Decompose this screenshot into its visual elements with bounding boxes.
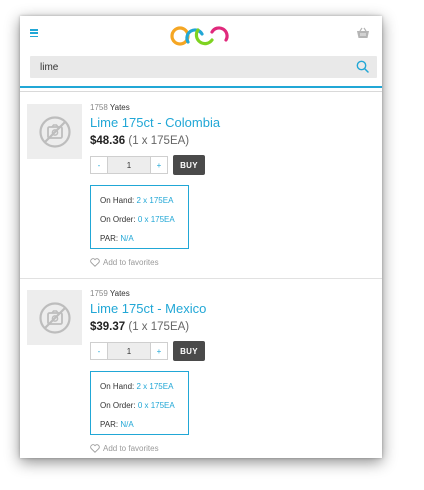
product-pack: (1 x 175EA) bbox=[128, 321, 190, 333]
product-pack: (1 x 175EA) bbox=[128, 135, 190, 147]
on-hand-row: On Hand: 2 x 175EA bbox=[100, 382, 173, 391]
product-price-line: $39.37 (1 x 175EA) bbox=[90, 321, 189, 333]
on-hand-value: 2 x 175EA bbox=[136, 196, 174, 205]
logo[interactable] bbox=[168, 22, 234, 53]
quantity-field[interactable]: 1 bbox=[108, 342, 150, 360]
add-to-favorites[interactable]: Add to favorites bbox=[90, 258, 159, 267]
quantity-field[interactable]: 1 bbox=[108, 156, 150, 174]
on-hand-label: On Hand: bbox=[100, 382, 135, 391]
search-input[interactable] bbox=[30, 56, 350, 78]
quantity-stepper: - 1 + bbox=[90, 156, 168, 174]
heart-icon bbox=[90, 258, 100, 267]
increment-button[interactable]: + bbox=[150, 156, 168, 174]
hamburger-icon[interactable] bbox=[30, 29, 38, 37]
product-price-line: $48.36 (1 x 175EA) bbox=[90, 135, 189, 147]
no-image-icon bbox=[38, 115, 71, 148]
product-title[interactable]: Lime 175ct - Colombia bbox=[90, 115, 220, 130]
on-order-row: On Order: 0 x 175EA bbox=[100, 401, 175, 410]
product-thumbnail[interactable] bbox=[27, 104, 82, 159]
decrement-button[interactable]: - bbox=[90, 342, 108, 360]
par-label: PAR: bbox=[100, 234, 119, 243]
buy-button[interactable]: BUY bbox=[173, 155, 205, 175]
par-label: PAR: bbox=[100, 420, 119, 429]
add-to-favorites[interactable]: Add to favorites bbox=[90, 444, 159, 453]
divider bbox=[20, 91, 382, 92]
favorites-label: Add to favorites bbox=[103, 444, 159, 453]
product-card: 1759 Yates Lime 175ct - Mexico $39.37 (1… bbox=[20, 286, 382, 458]
on-hand-row: On Hand: 2 x 175EA bbox=[100, 196, 173, 205]
product-vendor: Yates bbox=[109, 103, 130, 112]
par-row: PAR: N/A bbox=[100, 420, 134, 429]
search-bar bbox=[30, 56, 377, 78]
product-vendor: Yates bbox=[109, 289, 130, 298]
par-value: N/A bbox=[120, 420, 134, 429]
favorites-label: Add to favorites bbox=[103, 258, 159, 267]
on-order-label: On Order: bbox=[100, 401, 136, 410]
on-hand-value: 2 x 175EA bbox=[136, 382, 174, 391]
header bbox=[20, 16, 382, 56]
product-price: $48.36 bbox=[90, 135, 126, 147]
search-icon[interactable] bbox=[356, 60, 369, 78]
on-order-value: 0 x 175EA bbox=[137, 215, 175, 224]
product-price: $39.37 bbox=[90, 321, 126, 333]
decrement-button[interactable]: - bbox=[90, 156, 108, 174]
basket-icon[interactable] bbox=[356, 26, 370, 44]
divider bbox=[20, 278, 382, 279]
product-card: 1758 Yates Lime 175ct - Colombia $48.36 … bbox=[20, 100, 382, 284]
stock-info-box: On Hand: 2 x 175EA On Order: 0 x 175EA P… bbox=[90, 185, 189, 249]
search-underline bbox=[20, 86, 382, 88]
product-meta: 1758 Yates bbox=[90, 103, 130, 112]
app-window: 1758 Yates Lime 175ct - Colombia $48.36 … bbox=[20, 16, 382, 458]
heart-icon bbox=[90, 444, 100, 453]
product-thumbnail[interactable] bbox=[27, 290, 82, 345]
quantity-stepper: - 1 + bbox=[90, 342, 168, 360]
increment-button[interactable]: + bbox=[150, 342, 168, 360]
on-order-row: On Order: 0 x 175EA bbox=[100, 215, 175, 224]
stock-info-box: On Hand: 2 x 175EA On Order: 0 x 175EA P… bbox=[90, 371, 189, 435]
product-sku: 1759 bbox=[90, 289, 108, 298]
product-sku: 1758 bbox=[90, 103, 108, 112]
product-meta: 1759 Yates bbox=[90, 289, 130, 298]
product-title[interactable]: Lime 175ct - Mexico bbox=[90, 301, 206, 316]
on-order-label: On Order: bbox=[100, 215, 136, 224]
on-order-value: 0 x 175EA bbox=[137, 401, 175, 410]
buy-button[interactable]: BUY bbox=[173, 341, 205, 361]
par-row: PAR: N/A bbox=[100, 234, 134, 243]
no-image-icon bbox=[38, 301, 71, 334]
par-value: N/A bbox=[120, 234, 134, 243]
on-hand-label: On Hand: bbox=[100, 196, 135, 205]
